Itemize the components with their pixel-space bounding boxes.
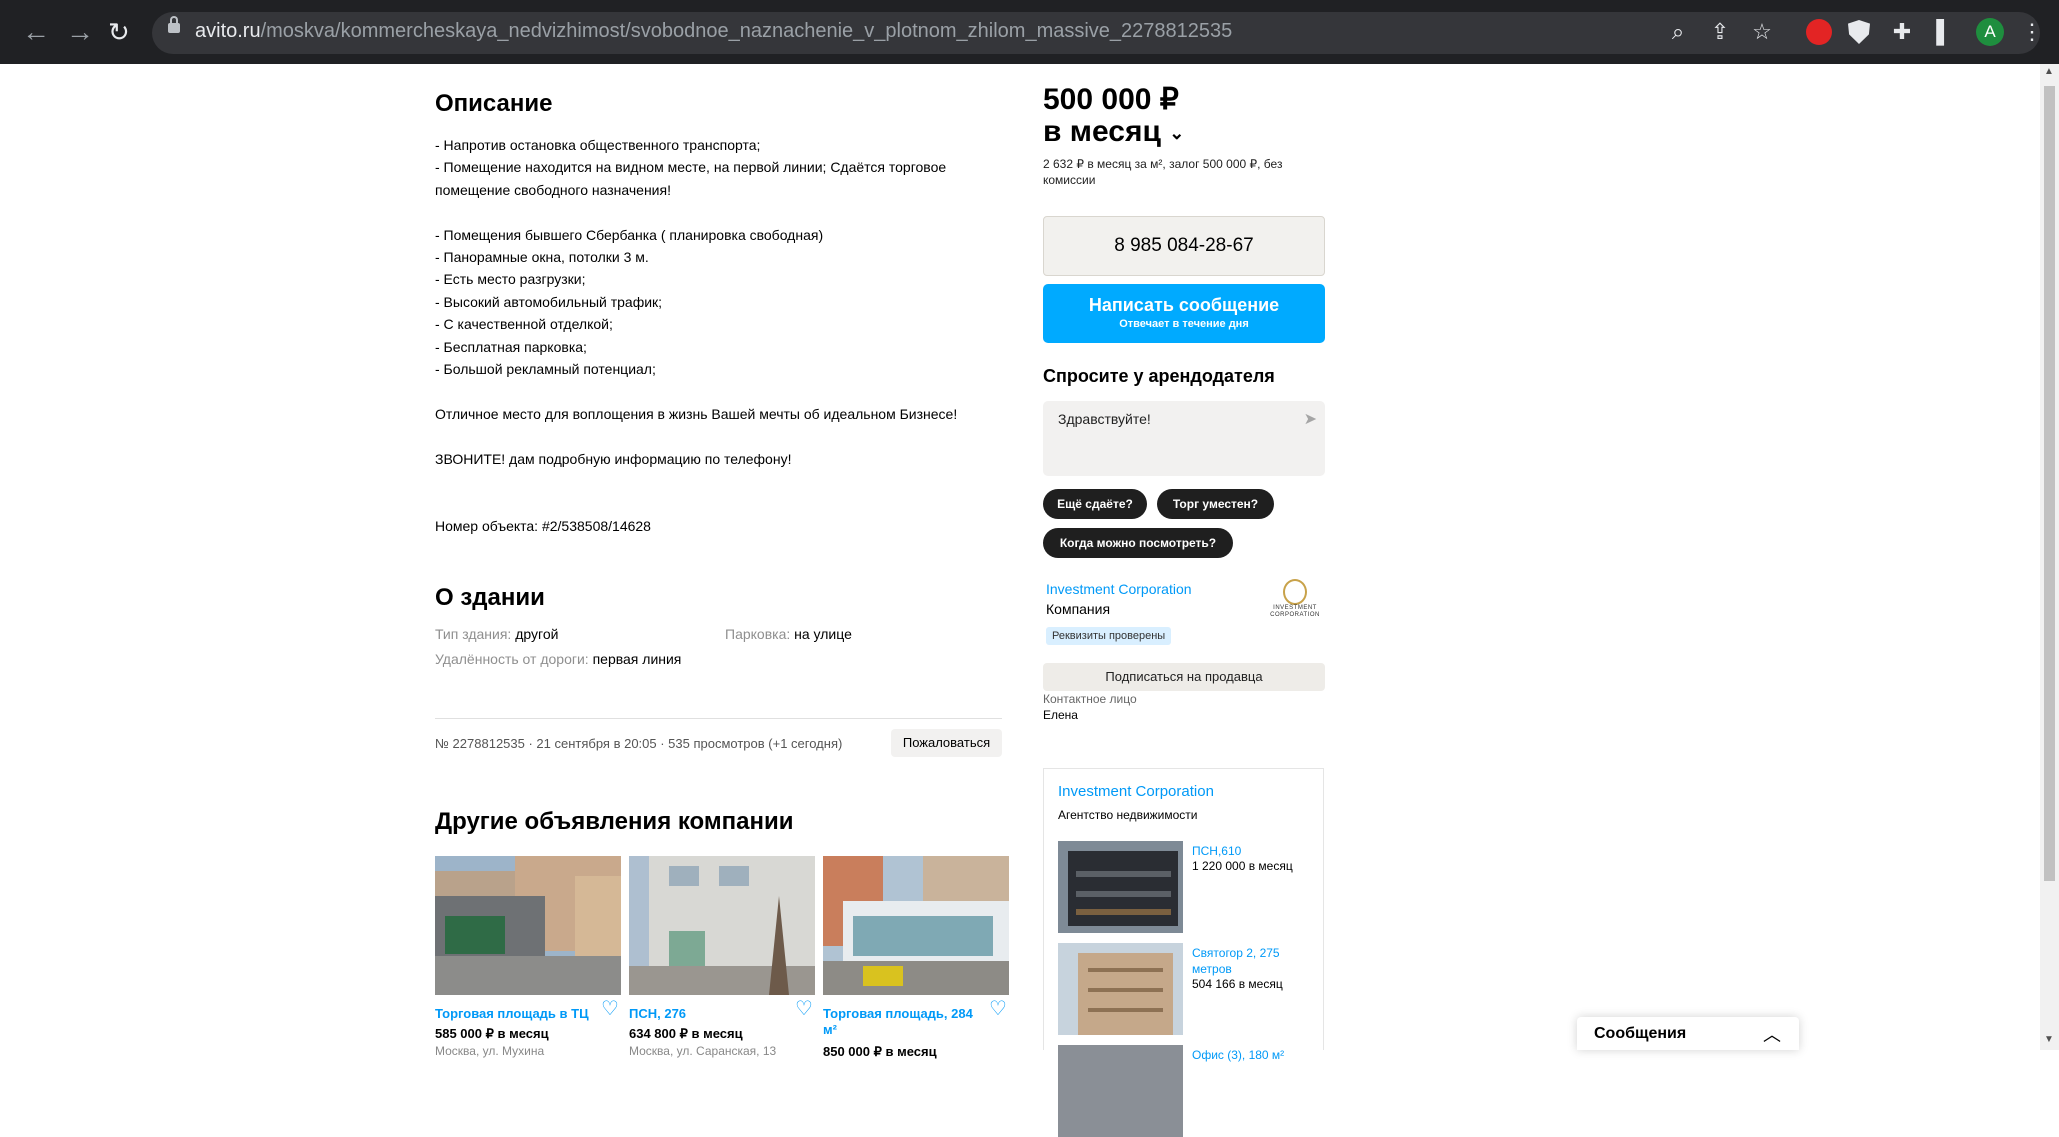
building-type: Тип здания: другой [435,626,558,642]
ad-title[interactable]: ПСН, 276 [629,1006,789,1022]
ad-address: Москва, ул. Саранская, 13 [629,1044,777,1058]
listing-price: 504 166 в месяц [1192,977,1283,991]
write-message-button[interactable]: Написать сообщение Отвечает в течение дн… [1043,284,1325,343]
scrollbar-thumb[interactable] [2044,86,2055,881]
heart-icon[interactable]: ♡ [793,998,815,1020]
other-ads-heading: Другие объявления компании [435,808,794,835]
ad-photo[interactable] [629,856,815,995]
listing-photo[interactable] [1058,943,1183,1035]
extension-icon[interactable]: ✚ [1888,20,1916,44]
ad-title[interactable]: Торговая площадь в ТЦ [435,1006,595,1022]
fact-value: другой [515,626,559,642]
fact-label: Парковка: [725,626,791,642]
divider [435,718,1002,719]
subscribe-button[interactable]: Подписаться на продавца [1043,663,1325,691]
ask-message-text[interactable]: Здравствуйте! [1058,411,1151,427]
description-text: - Напротив остановка общественного транс… [435,137,958,534]
heart-icon[interactable]: ♡ [987,998,1009,1020]
profile-avatar[interactable]: A [1976,18,2004,46]
share-icon[interactable]: ⇪ [1706,20,1734,44]
agency-name-link[interactable]: Investment Corporation [1058,783,1214,800]
seller-type: Компания [1046,601,1111,617]
seller-logo[interactable]: INVESTMENT CORPORATION [1264,579,1326,625]
send-icon[interactable]: ➤ [1304,409,1317,429]
ad-title[interactable]: Торговая площадь, 284 м² [823,1006,983,1038]
zoom-icon[interactable]: ⌕ [1664,20,1692,44]
price-period-label: в месяц [1043,115,1161,148]
fact-label: Удалённость от дороги: [435,651,589,667]
contact-name: Елена [1043,708,1078,722]
fact-label: Тип здания: [435,626,512,642]
price-amount: 500 000 ₽ [1043,83,1179,116]
ad-price: 850 000 ₽ в месяц [823,1044,937,1059]
ad-photo[interactable] [823,856,1009,995]
listing-title[interactable]: ПСН,610 [1192,843,1317,859]
listing-title[interactable]: Офис (3), 180 м² [1192,1047,1317,1063]
price-period[interactable]: в месяц ⌄ [1043,116,1184,149]
ad-meta-info: № 2278812535 · 21 сентября в 20:05 · 535… [435,736,843,751]
reload-icon[interactable]: ↻ [108,16,130,48]
fact-value: первая линия [592,651,682,667]
seller-name-link[interactable]: Investment Corporation [1046,581,1192,597]
building-heading: О здании [435,584,545,611]
seller-logo-text: INVESTMENT CORPORATION [1270,605,1320,618]
listing-photo[interactable] [1058,1045,1183,1137]
url-text[interactable]: avito.ru/moskva/kommercheskaya_nedvizhim… [195,20,1232,43]
quick-question-chip[interactable]: Когда можно посмотреть? [1043,528,1233,558]
phone-button[interactable]: 8 985 084-28-67 [1043,216,1325,276]
star-icon[interactable]: ☆ [1748,20,1776,44]
adblock-extension-icon[interactable] [1806,19,1832,45]
ask-landlord-heading: Спросите у арендодателя [1043,366,1275,386]
description-heading: Описание [435,90,553,117]
chevron-up-icon[interactable]: ︿ [1763,1021,1781,1047]
write-message-label: Написать сообщение [1088,295,1280,315]
back-icon[interactable]: ← [22,16,50,48]
listing-title[interactable]: Святогор 2, 275 метров [1192,945,1317,977]
scroll-up-icon[interactable]: ▲ [2044,66,2054,77]
road-distance: Удалённость от дороги: первая линия [435,651,681,667]
quick-question-chip[interactable]: Ещё сдаёте? [1043,489,1147,519]
price: 500 000 ₽ в месяц ⌄ [1043,84,1184,149]
scroll-down-icon[interactable]: ▼ [2044,1034,2054,1045]
browser-toolbar: ← → ↻ avito.ru/moskva/kommercheskaya_ned… [0,0,2059,64]
ad-photo[interactable] [435,856,621,995]
complain-button[interactable]: Пожаловаться [891,729,1002,757]
ad-address: Москва, ул. Мухина [435,1044,545,1058]
quick-question-chip[interactable]: Торг уместен? [1157,489,1274,519]
chevron-down-icon[interactable]: ⌄ [1169,123,1184,143]
contact-label: Контактное лицо [1043,692,1137,706]
forward-icon[interactable]: → [66,16,94,48]
fact-value: на улице [794,626,852,642]
parking: Парковка: на улице [725,626,852,642]
response-time: Отвечает в течение дня [1119,318,1249,330]
verified-badge: Реквизиты проверены [1046,627,1172,645]
ad-price: 634 800 ₽ в месяц [629,1026,743,1041]
messages-label: Сообщения [1594,1025,1687,1042]
other-ad-card[interactable]: Торговая площадь, 284 м² 850 000 ₽ в мес… [823,856,1009,1059]
seller-logo-mark [1283,579,1307,605]
agency-type: Агентство недвижимости [1058,808,1198,822]
ad-price: 585 000 ₽ в месяц [435,1026,549,1041]
other-ad-card[interactable]: ПСН, 276 634 800 ₽ в месяц Москва, ул. С… [629,856,815,1058]
listing-price: 1 220 000 в месяц [1192,859,1293,873]
listing-photo[interactable] [1058,841,1183,933]
ask-message-input[interactable]: Здравствуйте! ➤ [1043,401,1325,476]
heart-icon[interactable]: ♡ [599,998,621,1020]
sidepanel-icon[interactable]: ▌ [1930,20,1958,44]
other-ad-card[interactable]: Торговая площадь в ТЦ 585 000 ₽ в месяц … [435,856,621,1058]
lock-icon[interactable] [168,16,180,33]
price-details: 2 632 ₽ в месяц за м², залог 500 000 ₽, … [1043,157,1283,187]
kebab-icon[interactable]: ⋮ [2018,20,2046,44]
messages-widget[interactable]: Сообщения ︿ [1577,1017,1799,1050]
